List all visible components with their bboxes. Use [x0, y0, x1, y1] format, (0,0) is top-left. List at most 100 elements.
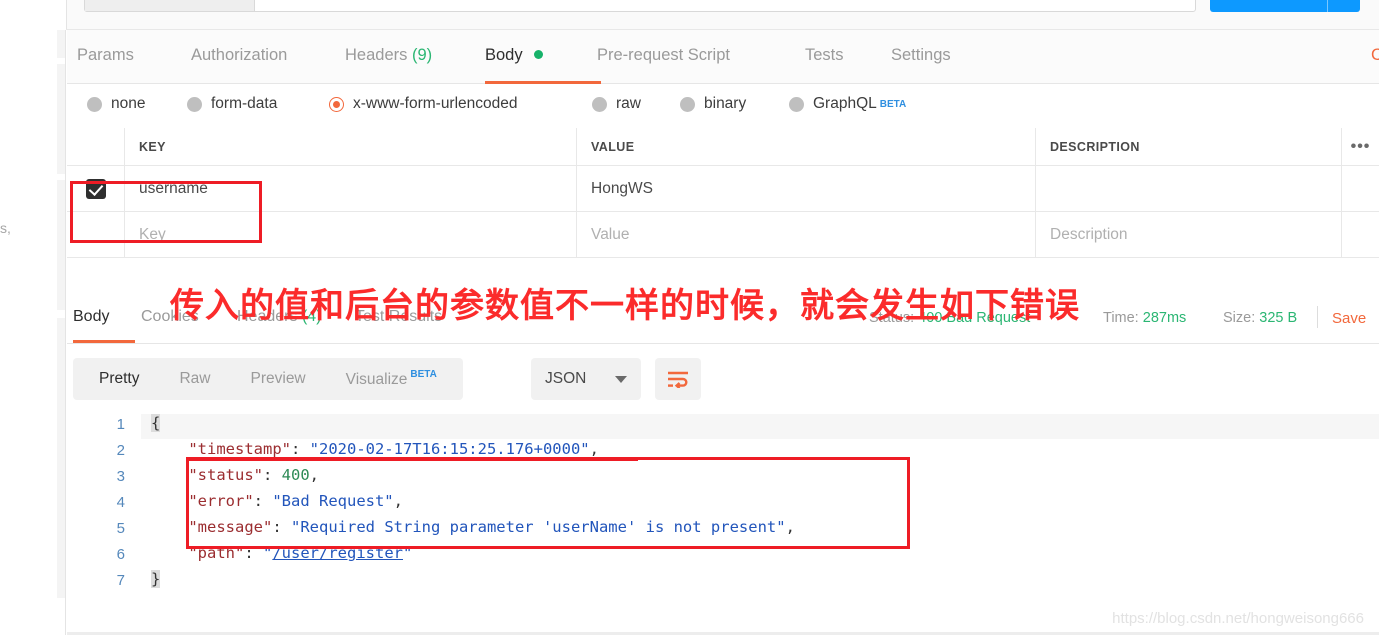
code-line: "timestamp": "2020-02-17T16:15:25.176+00…: [151, 440, 599, 458]
body-type-form-data-label: form-data: [211, 95, 278, 112]
code-token: "status": [188, 466, 263, 484]
header-cell-more[interactable]: •••: [1342, 128, 1379, 165]
body-type-x-www-form-urlencoded[interactable]: x-www-form-urlencoded: [329, 95, 518, 113]
request-tab-headers-label: Headers: [345, 46, 408, 64]
row-key-input[interactable]: username: [125, 166, 577, 211]
format-tab-visualize[interactable]: Visualize BETA: [326, 369, 457, 389]
placeholder-checkbox-cell[interactable]: [67, 212, 125, 257]
format-tab-visualize-label: Visualize: [345, 371, 408, 388]
wrap-text-button[interactable]: [655, 358, 701, 400]
rail-edge: [65, 30, 66, 635]
line-number: 1: [116, 416, 125, 433]
body-type-form-data[interactable]: form-data: [187, 95, 277, 113]
placeholder-key-input[interactable]: Key: [125, 212, 577, 257]
response-tab-body[interactable]: Body: [73, 308, 109, 326]
row-checkbox-checked-icon[interactable]: [85, 178, 106, 199]
row-value-input[interactable]: HongWS: [577, 166, 1036, 211]
request-tab-settings[interactable]: Settings: [891, 46, 951, 65]
response-bar: Body Cookies Headers (4) Test Results St…: [67, 294, 1379, 344]
status-badge: Status: 400 Bad Request: [869, 310, 1030, 326]
code-token: "timestamp": [188, 440, 291, 458]
code-token: 400: [281, 466, 310, 484]
rail-scroll-3[interactable]: [57, 180, 65, 310]
code-token: ,: [589, 440, 599, 458]
body-type-graphql[interactable]: GraphQL BETA: [789, 95, 906, 113]
bulk-edit-dots-icon: •••: [1350, 137, 1371, 155]
language-select[interactable]: JSON: [531, 358, 641, 400]
response-active-tab-underline: [73, 340, 135, 343]
rail-scroll-1[interactable]: [57, 30, 65, 58]
request-tab-headers[interactable]: Headers (9): [345, 46, 432, 65]
time-label: Time:: [1103, 310, 1139, 326]
save-response-button[interactable]: Save: [1332, 310, 1366, 327]
radio-dot-selected-icon: [329, 96, 344, 112]
rail-scroll-4[interactable]: [57, 318, 65, 598]
response-tab-test-results[interactable]: Test Results: [355, 308, 442, 326]
code-token: "error": [188, 492, 254, 510]
table-header-row: KEY VALUE DESCRIPTION •••: [67, 128, 1379, 166]
table-row: username HongWS: [67, 166, 1379, 212]
body-type-binary-label: binary: [704, 95, 747, 112]
request-tab-params-label: Params: [77, 46, 134, 64]
placeholder-description-input[interactable]: Description: [1036, 212, 1342, 257]
format-tab-raw[interactable]: Raw: [159, 370, 230, 388]
url-input[interactable]: [84, 0, 1196, 12]
code-token: ,: [309, 466, 319, 484]
body-params-table: KEY VALUE DESCRIPTION ••• username HongW…: [67, 128, 1379, 258]
watermark: https://blog.csdn.net/hongweisong666: [1112, 610, 1364, 627]
header-cell-description: DESCRIPTION: [1036, 128, 1342, 165]
placeholder-value-input[interactable]: Value: [577, 212, 1036, 257]
row-more-cell[interactable]: [1342, 166, 1379, 211]
response-body-viewer[interactable]: 1 2 3 4 5 6 7 { "timestamp": "2020-02-17…: [67, 414, 1379, 635]
request-tab-tests-label: Tests: [805, 46, 844, 64]
body-type-x-www-form-urlencoded-label: x-www-form-urlencoded: [353, 95, 518, 112]
rail-scroll-2[interactable]: [57, 64, 65, 174]
request-tab-authorization[interactable]: Authorization: [191, 46, 287, 65]
code-line: {: [151, 414, 161, 432]
request-tab-body[interactable]: Body: [485, 46, 544, 65]
meta-divider: [1317, 306, 1318, 328]
format-tab-pretty[interactable]: Pretty: [79, 370, 159, 388]
language-select-value: JSON: [545, 370, 587, 387]
send-split: [1327, 0, 1328, 12]
graphql-beta-badge: BETA: [879, 98, 907, 110]
response-tab-headers[interactable]: Headers (4): [237, 308, 322, 326]
code-token: ": [403, 544, 413, 562]
response-tab-headers-count: (4): [301, 308, 322, 325]
format-tab-preview[interactable]: Preview: [231, 370, 326, 388]
method-select[interactable]: [85, 0, 255, 11]
time-value: 287ms: [1142, 310, 1187, 326]
body-type-none[interactable]: none: [87, 95, 145, 113]
size-badge: Size: 325 B: [1223, 310, 1297, 326]
code-line: "message": "Required String parameter 'u…: [151, 518, 795, 536]
code-token: :: [262, 466, 282, 484]
chevron-down-icon: [615, 375, 627, 383]
body-type-binary[interactable]: binary: [680, 95, 746, 113]
body-type-none-label: none: [111, 95, 146, 112]
row-description-input[interactable]: [1036, 166, 1342, 211]
row-checkbox-cell[interactable]: [67, 166, 125, 211]
placeholder-more-cell[interactable]: [1342, 212, 1379, 257]
code-line: "error": "Bad Request",: [151, 492, 403, 510]
response-tab-cookies[interactable]: Cookies: [141, 308, 199, 326]
code-token: "2020-02-17T16:15:25.176+0000": [309, 440, 590, 458]
send-button[interactable]: [1210, 0, 1360, 12]
radio-dot-icon: [680, 96, 695, 112]
response-format-toolbar: Pretty Raw Preview Visualize BETA JSON: [67, 344, 1379, 414]
code-token: "path": [188, 544, 245, 562]
request-tab-pre-request-script[interactable]: Pre-request Script: [597, 46, 730, 65]
request-tab-body-label: Body: [485, 46, 523, 64]
cookies-link[interactable]: Cookies: [1371, 46, 1379, 65]
request-tabs: Params Authorization Headers (9) Body Pr…: [67, 30, 1379, 84]
request-tab-tests[interactable]: Tests: [805, 46, 844, 65]
line-number: 4: [116, 494, 125, 511]
body-type-raw-label: raw: [616, 95, 641, 112]
body-type-raw[interactable]: raw: [592, 95, 641, 113]
request-tab-params[interactable]: Params: [77, 46, 134, 65]
code-token: :: [272, 518, 291, 536]
line-number: 7: [116, 572, 125, 589]
code-token: :: [244, 544, 263, 562]
rail-divider: [66, 0, 67, 30]
